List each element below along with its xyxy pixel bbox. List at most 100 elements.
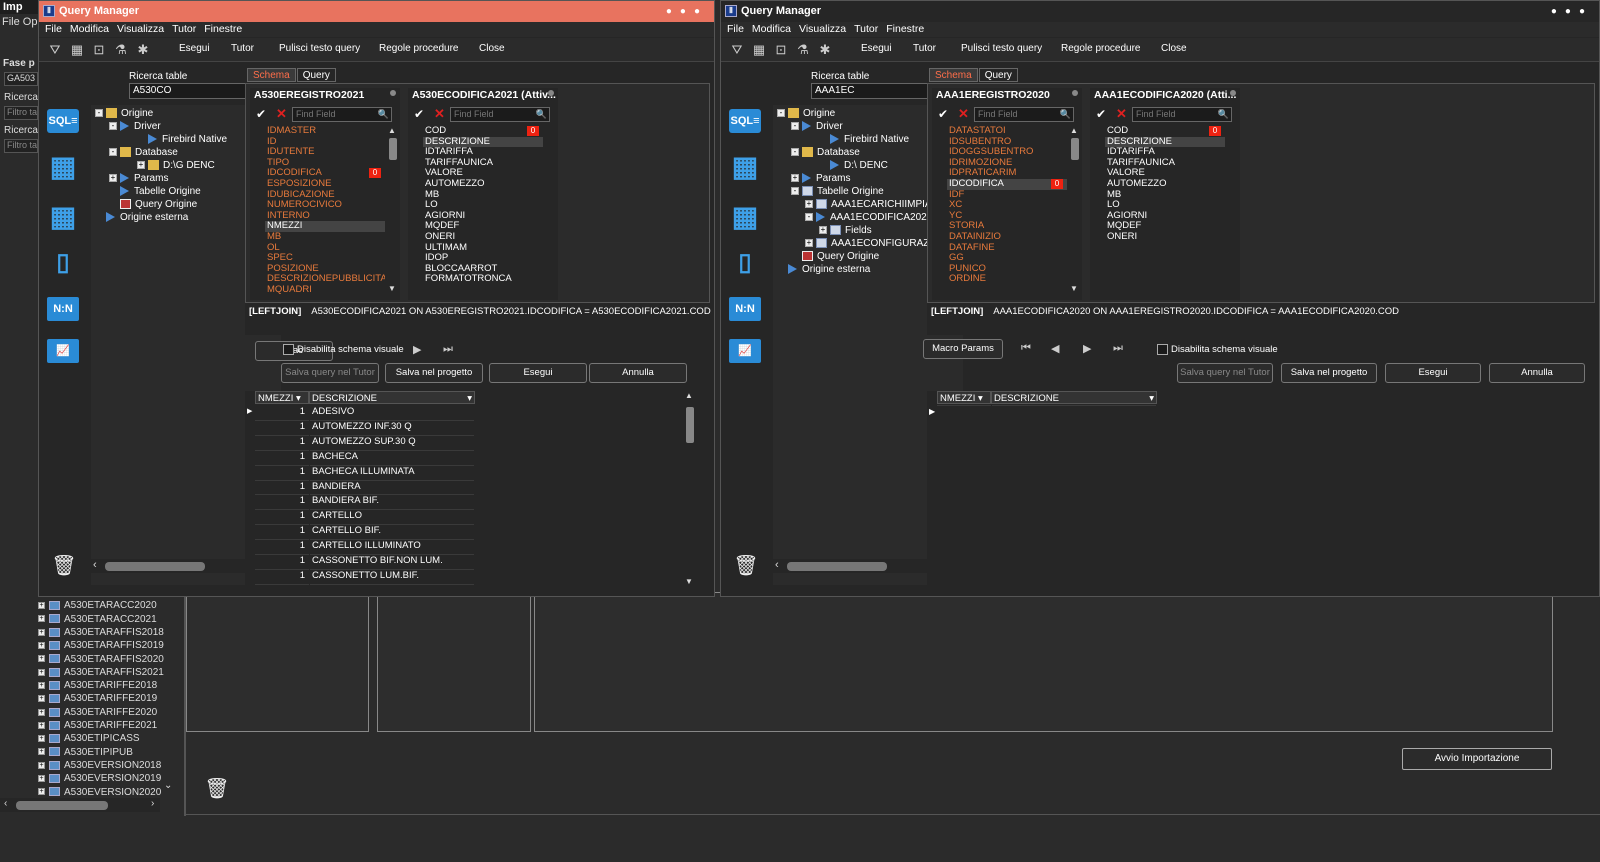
expand-icon[interactable]: +	[38, 735, 45, 743]
field-item[interactable]: ✔NMEZZI	[265, 221, 385, 232]
window-title-bar[interactable]: Ⅱ Query Manager ●●●	[721, 1, 1599, 22]
remove-entity-icon[interactable]: ✕	[434, 106, 445, 122]
many-to-many-icon[interactable]: N:N	[47, 297, 79, 321]
table-row[interactable]: 1 CARTELLO ILLUMINATO	[245, 539, 475, 555]
trash-icon[interactable]: 🗑	[51, 553, 77, 579]
menu-item[interactable]: File	[727, 23, 744, 35]
disable-visual-schema-checkbox[interactable]: Disabilita schema visuale	[283, 344, 404, 355]
table-row[interactable]: 1 BANDIERA BIF.	[245, 494, 475, 511]
last-icon[interactable]: ⏭	[1113, 342, 1123, 355]
entity-box[interactable]: A530ECODIFICA2021 (Attiv... ✔ ✕ Find Field 🔍…	[408, 88, 558, 300]
toolbar-button-4[interactable]: Close	[479, 43, 505, 54]
field-item[interactable]: XC	[947, 199, 1067, 211]
tree-node-t3[interactable]: + AAA1ECONFIGURAZI	[805, 237, 932, 250]
toolbar-button-0[interactable]: Esegui	[861, 43, 892, 54]
bg-tree-item[interactable]: + A530ETARIFFE2019	[38, 692, 157, 705]
expand-icon[interactable]: +	[38, 748, 45, 756]
find-field-input[interactable]: Find Field 🔍	[1132, 107, 1232, 122]
toolbar-button-1[interactable]: Tutor	[913, 43, 936, 54]
tree-node-db_path[interactable]: + D:\G DENC	[137, 159, 215, 172]
grid-header[interactable]: DESCRIZIONE ▾	[991, 391, 1157, 404]
bg-tree-item[interactable]: + A530ETARIFFE2018	[38, 679, 157, 692]
entity-title[interactable]: A530ECODIFICA2021 (Attiv...	[408, 88, 558, 102]
menu-item[interactable]: Visualizza	[117, 23, 164, 35]
join-text-area[interactable]: [LEFTJOIN] A530ECODIFICA2021 ON A530EREGI…	[245, 303, 711, 335]
field-item[interactable]: FORMATOTRONCA	[423, 274, 543, 285]
bg-tree-item[interactable]: + A530EVERSION2019	[38, 772, 161, 785]
search-icon[interactable]: 🔍	[1218, 108, 1229, 121]
trash-icon[interactable]: 🗑	[733, 553, 759, 579]
tree-node-tabelle_origine[interactable]: Tabelle Origine	[109, 185, 201, 198]
scroll-up-icon[interactable]: ▲	[388, 126, 396, 135]
bg-filter-input-2[interactable]: Filtro ta	[4, 139, 38, 153]
chart-icon[interactable]: 📈	[47, 339, 79, 363]
first-icon[interactable]: ⏮	[1021, 342, 1031, 355]
expand-icon[interactable]: +	[38, 602, 45, 610]
bg-input-fase[interactable]: GA503	[4, 72, 38, 86]
menu-item[interactable]: Visualizza	[799, 23, 846, 35]
toolbar-button-1[interactable]: Tutor	[231, 43, 254, 54]
table-row[interactable]: 1 CASSONETTO LUM.BIF.	[245, 569, 475, 585]
search-icon[interactable]: 🔍	[536, 108, 547, 121]
expand-toggle-icon[interactable]: -	[777, 109, 785, 118]
table-row[interactable]: 1 CASSONETTO BIF.NON LUM.	[245, 554, 475, 570]
action-button-3[interactable]: Annulla	[1489, 363, 1585, 383]
field-item[interactable]: IDF	[947, 189, 1067, 201]
remove-entity-icon[interactable]: ✕	[276, 106, 287, 122]
field-item[interactable]: MB	[265, 231, 385, 243]
entity-menu-icon[interactable]	[1072, 90, 1078, 96]
next-icon[interactable]: ▶	[1083, 342, 1091, 355]
tree-node-t1[interactable]: + AAA1ECARICHIIMPIA	[805, 198, 932, 211]
find-field-input[interactable]: Find Field 🔍	[292, 107, 392, 122]
tree-node-params[interactable]: + Params	[109, 172, 168, 185]
scroll-down-icon[interactable]: ▼	[388, 284, 396, 293]
expand-icon[interactable]: +	[38, 628, 45, 636]
view-icon[interactable]: ⊡	[91, 42, 107, 58]
tree-node-fields[interactable]: + Fields	[819, 224, 872, 237]
field-item[interactable]: DATAFINE	[947, 242, 1067, 254]
bg-tree-item[interactable]: + A530ETIPICASS	[38, 732, 140, 745]
bg-tree-item[interactable]: + A530ETARAFFIS2018	[38, 626, 164, 639]
action-button-2[interactable]: Esegui	[1385, 363, 1481, 383]
table-row[interactable]: 1 BACHECA ILLUMINATA	[245, 465, 475, 481]
action-button-0[interactable]: Salva query nel Tutor	[281, 363, 379, 383]
find-field-input[interactable]: Find Field 🔍	[974, 107, 1074, 122]
entity-box[interactable]: AAA1ECODIFICA2020 (Atti... ✔ ✕ Find Field 🔍 C…	[1090, 88, 1240, 300]
expand-toggle-icon[interactable]: -	[109, 122, 117, 131]
expand-toggle-icon[interactable]: -	[95, 109, 103, 118]
scroll-down-icon[interactable]: ▼	[685, 577, 693, 586]
filter-icon[interactable]: ⛛	[729, 42, 745, 58]
grid-header[interactable]: DESCRIZIONE ▾	[309, 391, 475, 404]
bg-tree-item[interactable]: + A530ETARAFFIS2021	[38, 666, 164, 679]
grid-header[interactable]: NMEZZI ▾	[937, 391, 991, 404]
entity-title[interactable]: AAA1EREGISTRO2020	[932, 88, 1082, 102]
toolbar-button-3[interactable]: Regole procedure	[379, 43, 459, 54]
tables-icon[interactable]: ▦	[751, 42, 767, 58]
select-all-icon[interactable]: ✔	[256, 107, 266, 121]
scroll-up-icon[interactable]: ▲	[1070, 126, 1078, 135]
expand-icon[interactable]: +	[38, 708, 45, 716]
expand-icon[interactable]: +	[38, 668, 45, 676]
sql-icon[interactable]: SQL≡	[729, 109, 761, 133]
expand-icon[interactable]: +	[38, 695, 45, 703]
action-button-0[interactable]: Salva query nel Tutor	[1177, 363, 1273, 383]
select-all-icon[interactable]: ✔	[1096, 107, 1106, 121]
expand-toggle-icon[interactable]: +	[791, 174, 799, 183]
action-button-3[interactable]: Annulla	[589, 363, 687, 383]
last-icon[interactable]: ⏭	[443, 343, 453, 356]
disable-visual-schema-checkbox[interactable]: Disabilita schema visuale	[1157, 344, 1278, 355]
field-item[interactable]: MB	[1105, 189, 1225, 201]
toolbar-button-2[interactable]: Pulisci testo query	[961, 43, 1042, 54]
select-all-icon[interactable]: ✔	[938, 107, 948, 121]
expand-toggle-icon[interactable]: -	[791, 148, 799, 157]
tree-node-database[interactable]: - Database	[791, 146, 860, 159]
tree-node-db_path[interactable]: D:\ DENC	[819, 159, 888, 172]
tree-node-origine[interactable]: - Origine	[95, 107, 153, 120]
field-item[interactable]: AUTOMEZZO	[1105, 178, 1225, 190]
bg-tree-item[interactable]: + A530EVERSION2020	[38, 786, 161, 799]
toolbar-button-0[interactable]: Esegui	[179, 43, 210, 54]
tree-node-t2[interactable]: - AAA1ECODIFICA2020	[805, 211, 932, 224]
tree-node-params[interactable]: + Params	[791, 172, 850, 185]
expand-icon[interactable]: +	[38, 761, 45, 769]
entity-title[interactable]: A530EREGISTRO2021	[250, 88, 400, 102]
